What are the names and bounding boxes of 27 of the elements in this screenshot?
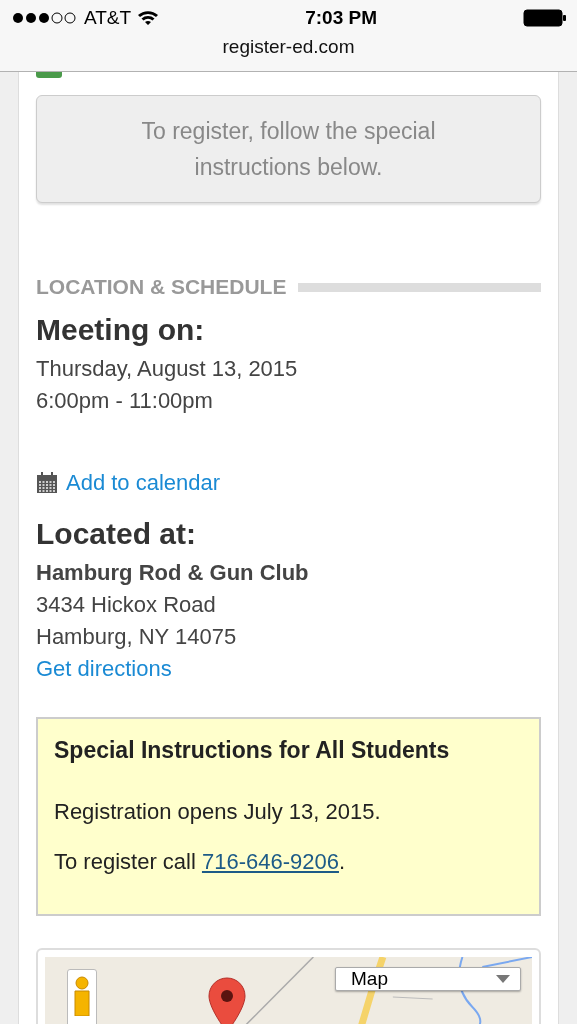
register-notice: To register, follow the special instructions below. xyxy=(36,95,541,203)
instructions-title: Special Instructions for All Students xyxy=(54,737,451,764)
caret-icon xyxy=(496,975,510,983)
street-address: 3434 Hickox Road xyxy=(36,591,217,619)
wifi-icon xyxy=(137,10,160,26)
instructions-text: To register call 716-646-9206. xyxy=(54,848,347,876)
person-icon xyxy=(72,976,92,1016)
checkbox-icon xyxy=(36,72,62,78)
clock-time: 7:03 PM xyxy=(304,7,378,29)
get-directions-link[interactable]: Get directions xyxy=(36,656,172,681)
meeting-heading: Meeting on: xyxy=(36,313,206,347)
carrier-name: AT&T xyxy=(84,7,132,29)
signal-strength-icon xyxy=(12,12,78,24)
city-address: Hamburg, NY 14075 xyxy=(36,623,238,651)
add-to-calendar-link[interactable]: Add to calendar xyxy=(66,467,221,499)
map-pin-icon[interactable] xyxy=(208,977,246,1024)
instructions-text: Registration opens July 13, 2015. xyxy=(54,798,382,826)
battery-icon xyxy=(523,9,567,27)
meeting-time: 6:00pm - 11:00pm xyxy=(36,387,214,415)
url-address[interactable]: register-ed.com xyxy=(222,36,355,58)
phone-link[interactable]: 716-646-9206 xyxy=(201,849,339,874)
venue-name: Hamburg Rod & Gun Club xyxy=(36,559,310,587)
meeting-date: Thursday, August 13, 2015 xyxy=(36,355,299,383)
map-type-select[interactable]: Map xyxy=(335,967,521,991)
section-title: LOCATION & SCHEDULE xyxy=(36,275,287,299)
location-heading: Located at: xyxy=(36,517,198,551)
calendar-icon xyxy=(36,472,58,494)
